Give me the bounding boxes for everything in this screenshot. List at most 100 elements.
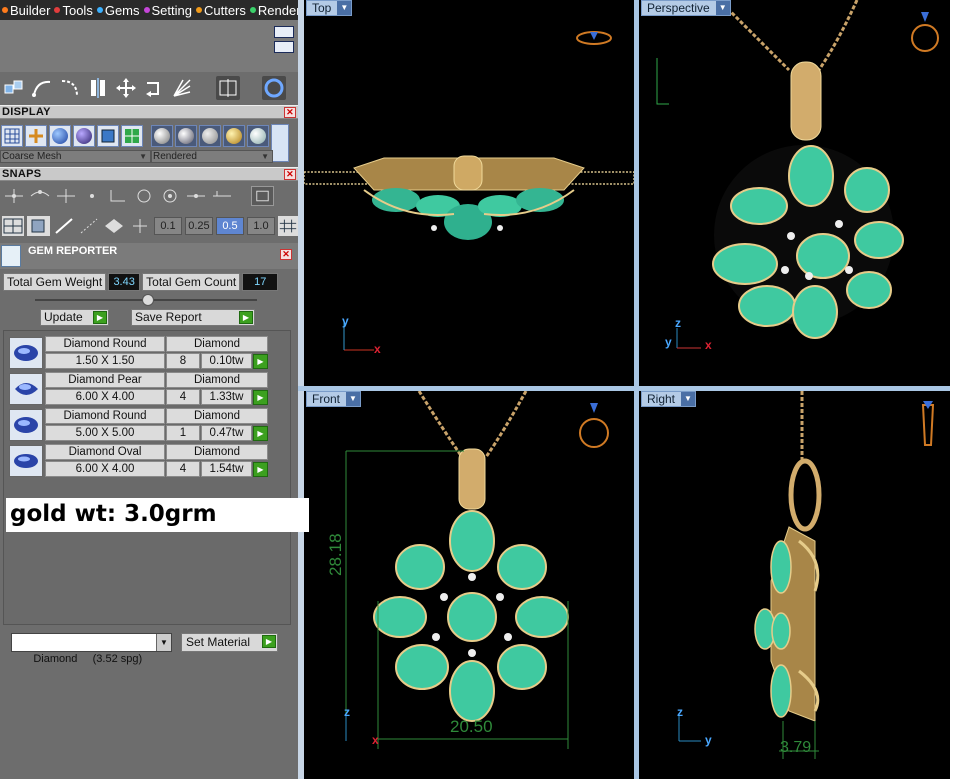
viewport-perspective[interactable]: Perspective ▼ z y x [639,0,950,386]
snap-intersect-icon[interactable] [54,186,77,206]
gem-reporter-close-icon[interactable]: ✕ [280,249,292,260]
grid-value-2[interactable]: 0.5 [215,217,244,235]
chevron-down-icon: ▼ [346,392,361,406]
play-arrow-icon: ▶ [239,311,253,324]
move-icon[interactable] [114,76,138,100]
ring-view-icon[interactable] [262,76,286,100]
gem-material: Diamond [166,408,268,424]
dark-sphere-icon[interactable] [73,125,95,147]
play-arrow-icon[interactable]: ▶ [253,462,268,477]
trim-curve-icon[interactable] [58,76,82,100]
gem-row[interactable]: Diamond Round Diamond 5.00 X 5.00 1 0.47… [9,408,271,442]
cubes-icon[interactable] [2,76,26,100]
shaded-sphere-icon[interactable] [49,125,71,147]
snap-grid-icon[interactable] [2,186,25,206]
gem-count: 4 [166,461,200,477]
display-title: DISPLAY [2,106,51,118]
viewport-label-top[interactable]: Top ▼ [306,0,353,16]
play-arrow-icon[interactable]: ▶ [253,390,268,405]
wire-sphere-icon[interactable] [151,125,173,147]
menu-tools[interactable]: Tools [54,3,93,18]
gem-row[interactable]: Diamond Pear Diamond 6.00 X 4.00 4 1.33t… [9,372,271,406]
rotate-arrow-icon[interactable] [142,76,166,100]
layout-quad-button[interactable] [274,41,294,53]
viewport-label-right[interactable]: Right ▼ [641,391,697,407]
axis-y-label: y [342,314,349,328]
chevron-down-icon: ▼ [337,1,352,15]
grid-display-icon[interactable] [1,125,23,147]
mesh-mode-select[interactable]: Coarse Mesh ▼ [0,150,151,163]
snap-tangent-icon[interactable] [210,186,233,206]
axis-z-label: z [344,705,350,719]
line-snap-icon[interactable] [53,216,75,236]
gem-material: Diamond [166,444,268,460]
snap-end-icon[interactable] [106,186,129,206]
grid-value-3[interactable]: 1.0 [246,217,275,235]
snap-point-icon[interactable] [80,186,103,206]
play-arrow-icon[interactable]: ▶ [253,354,268,369]
right-edge [950,0,956,779]
material-select[interactable]: Diamond (3.52 spg) ▼ [11,633,172,665]
snap-center-icon[interactable] [132,186,155,206]
menu-cutters[interactable]: Cutters [195,3,246,18]
display-close-icon[interactable]: ✕ [284,107,296,118]
crosshair-display-icon[interactable] [25,125,47,147]
viewport-right[interactable]: Right ▼ 3.79 z y [639,391,950,779]
snap-settings-icon[interactable] [251,186,274,206]
viewport-front[interactable]: Front ▼ 28.18 20.50 z x [304,391,634,779]
top-view-drawing [304,31,634,351]
viewport-label-front[interactable]: Front ▼ [306,391,362,407]
tool-toolbar [0,72,298,104]
grid-snap-row: 0.1 0.25 0.5 1.0 [0,214,298,238]
box-snap-icon[interactable] [27,216,50,236]
curve-arrow-icon[interactable] [30,76,54,100]
mirror-icon[interactable] [86,76,110,100]
silver-sphere-icon[interactable] [247,125,269,147]
gem-cut: Diamond Round [45,336,165,352]
snap-quadrant-icon[interactable] [158,186,181,206]
tools-dot-icon [54,7,61,13]
grid-hash-icon[interactable] [277,216,298,236]
quad-view-icon[interactable] [121,125,143,147]
material-row: Diamond (3.52 spg) ▼ Set Material ▶ [0,633,298,665]
set-material-button[interactable]: Set Material ▶ [181,633,278,652]
viewport-label-perspective[interactable]: Perspective ▼ [641,0,731,16]
gem-row[interactable]: Diamond Oval Diamond 6.00 X 4.00 4 1.54t… [9,444,271,478]
chevron-down-icon: ▼ [715,1,730,15]
snap-curve-icon[interactable] [28,186,51,206]
perspective-label: Perspective [647,1,710,15]
gem-weight: 1.33tw [201,389,252,405]
axis-snap-icon[interactable] [129,216,151,236]
gold-sphere-icon[interactable] [223,125,245,147]
snaps-header: SNAPS ✕ [0,167,298,181]
menu-render[interactable]: Render [249,3,298,18]
axis-x-label: x [374,342,381,356]
split-view-icon[interactable] [216,76,240,100]
right-label: Right [647,392,676,406]
snap-mid-icon[interactable] [184,186,207,206]
layout-single-button[interactable] [274,26,294,38]
xray-sphere-icon[interactable] [199,125,221,147]
save-report-button[interactable]: Save Report ▶ [131,309,255,326]
menu-builder[interactable]: Builder [2,3,50,18]
diag-snap-icon[interactable] [78,216,100,236]
point-snap-icon[interactable] [103,216,125,236]
render-mode-select[interactable]: Rendered ▼ [151,150,273,163]
gem-row[interactable]: Diamond Round Diamond 1.50 X 1.50 8 0.10… [9,336,271,370]
cube-display-icon[interactable] [97,125,119,147]
grid-toggle-icon[interactable] [2,216,25,236]
gold-weight-note: gold wt: 3.0grm [6,498,309,532]
menu-setting-label: Setting [151,2,192,18]
grid-value-0[interactable]: 0.1 [153,217,182,235]
gem-material: Diamond [166,372,268,388]
play-arrow-icon[interactable]: ▶ [253,426,268,441]
menu-setting[interactable]: Setting [143,2,192,18]
update-button[interactable]: Update ▶ [40,309,109,326]
grid-value-1[interactable]: 0.25 [184,217,213,235]
chrome-sphere-icon[interactable] [175,125,197,147]
array-icon[interactable] [170,76,194,100]
report-slider-handle[interactable] [142,294,154,306]
viewport-top[interactable]: Top ▼ y x [304,0,634,386]
snaps-close-icon[interactable]: ✕ [284,169,296,180]
menu-gems[interactable]: Gems [96,3,140,18]
